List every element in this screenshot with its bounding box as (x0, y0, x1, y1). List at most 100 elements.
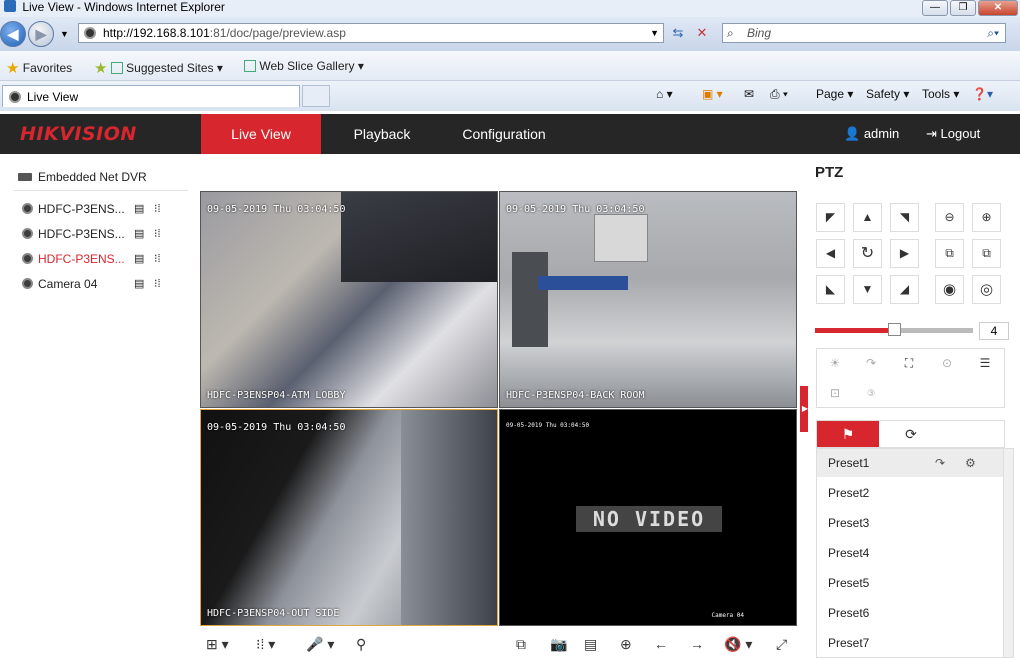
list-item[interactable]: Preset5 (817, 569, 1005, 597)
focus-near-icon[interactable]: ⧉ (935, 239, 964, 268)
close-window-button[interactable]: ✕ (978, 0, 1018, 16)
iris-open-icon[interactable]: ◉ (935, 275, 964, 304)
list-item[interactable]: Preset6 (817, 599, 1005, 627)
menu-icon[interactable]: ☰ (967, 349, 1003, 377)
favorites-button[interactable]: ★ Favorites (6, 59, 72, 77)
logout-link[interactable]: ⇥ Logout (926, 114, 980, 154)
ptz-right-button[interactable]: ▶ (890, 239, 919, 268)
fullscreen-icon[interactable]: ⤢ (776, 636, 787, 653)
record-icon[interactable]: ▤ (134, 277, 144, 290)
auxiliary-focus-icon[interactable]: ⛶ (891, 349, 927, 377)
suggested-sites-link[interactable]: ★ Suggested Sites ▾ (94, 59, 223, 77)
camera-item-3[interactable]: HDFC-P3ENS... ▤ ⁝⁞ (22, 252, 182, 266)
history-dropdown-icon[interactable]: ▼ (60, 29, 69, 39)
camera-item-2[interactable]: HDFC-P3ENS... ▤ ⁝⁞ (22, 227, 182, 241)
video-tile-2[interactable]: 09-05-2019 Thu 03:04:50 HDFC-P3ENSP04-BA… (499, 191, 797, 408)
set-preset-gear-icon[interactable]: ⚙ (965, 449, 976, 477)
speed-slider-thumb[interactable] (888, 323, 901, 336)
zoom-out-icon[interactable]: ⊖ (935, 203, 964, 232)
3d-zoom-icon[interactable]: ③ (853, 379, 889, 407)
stream-select-icon[interactable]: ⁝⁞ (154, 277, 161, 290)
pc-nvs-icon[interactable]: ⚲ (356, 636, 366, 653)
stream-select-icon[interactable]: ⁝⁞ (154, 227, 161, 240)
camera-item-1[interactable]: HDFC-P3ENS... ▤ ⁝⁞ (22, 202, 182, 216)
preset-scrollbar[interactable] (1003, 449, 1013, 657)
back-button[interactable]: ◀ (0, 21, 26, 47)
tab-live-view[interactable]: Live View (2, 85, 300, 107)
nav-configuration[interactable]: Configuration (446, 114, 562, 154)
feeds-icon[interactable]: ▣ ▾ (702, 87, 723, 101)
ptz-title: PTZ (815, 164, 844, 181)
volume-icon[interactable]: 🔇 ▾ (724, 636, 752, 653)
url-dropdown-icon[interactable]: ▼ (650, 24, 659, 42)
ptz-up-right-button[interactable]: ◥ (890, 203, 919, 232)
new-tab-button[interactable] (302, 85, 330, 107)
focus-far-icon[interactable]: ⧉ (972, 239, 1001, 268)
nav-playback[interactable]: Playback (330, 114, 434, 154)
zoom-in-icon[interactable]: ⊕ (972, 203, 1001, 232)
ptz-left-button[interactable]: ◀ (816, 239, 845, 268)
list-item[interactable]: Preset1 ↷ ⚙ (817, 449, 1005, 477)
stop-all-icon[interactable]: ⧉ (516, 636, 526, 653)
capture-icon[interactable]: 📷 (550, 636, 567, 653)
maximize-button[interactable]: ❐ (950, 0, 976, 16)
tools-menu[interactable]: Tools ▾ (922, 87, 959, 101)
record-icon[interactable]: ▤ (134, 227, 144, 240)
dvr-node[interactable]: Embedded Net DVR (18, 170, 147, 184)
ptz-down-right-button[interactable]: ◢ (890, 275, 919, 304)
lens-init-icon[interactable]: ⊙ (929, 349, 965, 377)
video-tile-1[interactable]: 09-05-2019 Thu 03:04:50 HDFC-P3ENSP04-AT… (200, 191, 498, 408)
video-channel-name: HDFC-P3ENSP04-ATM LOBBY (207, 390, 346, 401)
video-tile-3[interactable]: 09-05-2019 Thu 03:04:50 HDFC-P3ENSP04-OU… (200, 409, 498, 626)
ptz-down-button[interactable]: ▼ (853, 275, 882, 304)
stream-select-icon[interactable]: ⁝⁞ (154, 202, 161, 215)
tab-patrols[interactable]: ⟳ (880, 421, 942, 447)
list-item[interactable]: Preset2 (817, 479, 1005, 507)
list-item[interactable]: Preset3 (817, 509, 1005, 537)
record-icon[interactable]: ▤ (134, 252, 144, 265)
iris-close-icon[interactable]: ◎ (972, 275, 1001, 304)
forward-button[interactable]: ▶ (28, 21, 54, 47)
video-tile-4[interactable]: 09-05-2019 Thu 03:04:50 NO VIDEO Camera … (499, 409, 797, 626)
url-field[interactable]: http://192.168.8.101:81/doc/page/preview… (78, 23, 664, 43)
auto-scan-icon[interactable]: ↻ (853, 239, 882, 268)
stop-icon[interactable]: ✕ (692, 23, 712, 43)
call-preset-icon[interactable]: ↷ (935, 449, 945, 477)
zoom-in-icon[interactable]: ⊕ (620, 636, 632, 653)
light-icon[interactable]: ☀ (817, 349, 853, 377)
stream-select-icon[interactable]: ⁝⁞ (154, 252, 161, 265)
minimize-button[interactable]: — (922, 0, 948, 16)
search-icon[interactable]: ⌕▾ (987, 24, 999, 42)
wiper-icon[interactable]: ↷ (853, 349, 889, 377)
video-toolbar: ⊞ ▾ ⁝⁞ ▾ 🎤 ▾ ⚲ ⧉ 📷 ▤ ⊕ ← → 🔇 ▾ ⤢ (200, 630, 799, 658)
stream-type-icon[interactable]: ⁝⁞ ▾ (256, 636, 275, 653)
video-timestamp: 09-05-2019 Thu 03:04:50 (506, 422, 590, 429)
home-icon[interactable]: ⌂ ▾ (656, 87, 673, 101)
ptz-up-button[interactable]: ▲ (853, 203, 882, 232)
list-item[interactable]: Preset7 (817, 629, 1005, 657)
ptz-speed-value: 4 (979, 322, 1009, 340)
microphone-icon[interactable]: 🎤 ▾ (306, 636, 334, 653)
print-icon[interactable]: ⎙ ▾ (770, 87, 788, 102)
nav-live-view[interactable]: Live View (201, 114, 321, 154)
tab-presets[interactable]: ⚑ (817, 421, 879, 447)
safety-menu[interactable]: Safety ▾ (866, 87, 909, 101)
ptz-speed-slider[interactable] (815, 323, 973, 336)
web-slice-gallery-link[interactable]: Web Slice Gallery ▾ (244, 59, 364, 73)
camera-icon (22, 228, 33, 239)
window-layout-icon[interactable]: ⊞ ▾ (206, 636, 229, 653)
refresh-icon[interactable]: ⇆ (668, 23, 688, 43)
manual-track-icon[interactable]: ⊡ (817, 379, 853, 407)
record-all-icon[interactable]: ▤ (584, 636, 597, 653)
ptz-down-left-button[interactable]: ◣ (816, 275, 845, 304)
page-menu[interactable]: Page ▾ (816, 87, 853, 101)
help-icon[interactable]: ❓▾ (972, 87, 993, 101)
search-input[interactable]: ⌕ Bing ⌕▾ (722, 23, 1006, 43)
next-page-icon[interactable]: → (690, 636, 704, 652)
mail-icon[interactable]: ✉ (744, 87, 754, 101)
record-icon[interactable]: ▤ (134, 202, 144, 215)
previous-page-icon[interactable]: ← (654, 636, 668, 652)
list-item[interactable]: Preset4 (817, 539, 1005, 567)
camera-item-4[interactable]: Camera 04 ▤ ⁝⁞ (22, 277, 182, 291)
ptz-up-left-button[interactable]: ◤ (816, 203, 845, 232)
